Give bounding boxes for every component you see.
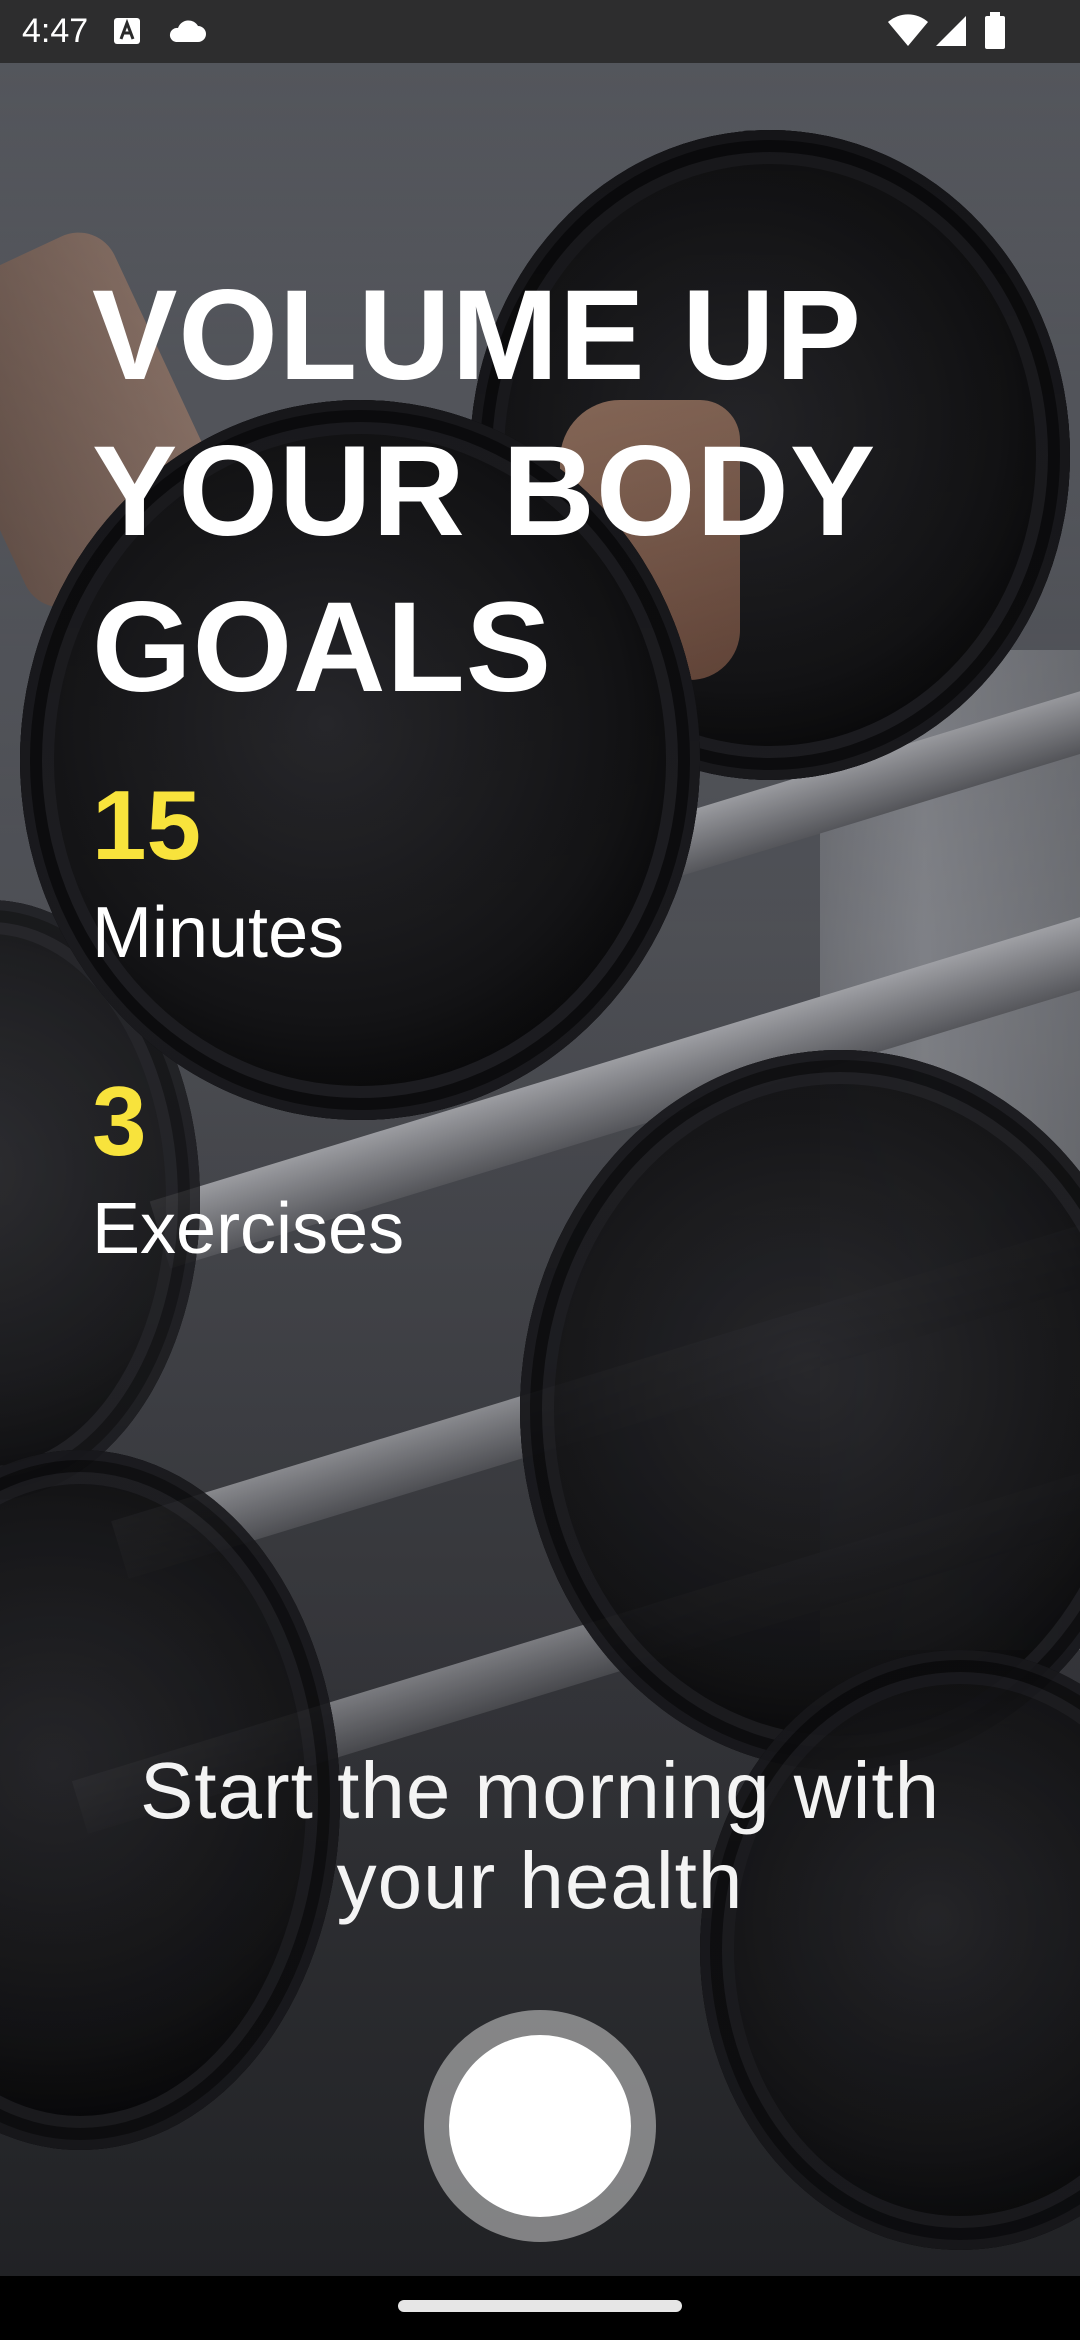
headline-line: VOLUME UP bbox=[92, 264, 862, 407]
wifi-icon bbox=[888, 14, 928, 53]
circle-button-icon bbox=[449, 2035, 631, 2217]
stat-minutes-value: 15 bbox=[92, 770, 202, 880]
stat-exercises-label: Exercises bbox=[92, 1189, 405, 1269]
start-button[interactable] bbox=[424, 2010, 656, 2242]
status-bar: 4:47 bbox=[0, 0, 1080, 63]
navigation-bar bbox=[0, 2276, 1080, 2340]
headline-line: GOALS bbox=[92, 576, 553, 719]
status-time: 4:47 bbox=[22, 12, 89, 50]
headline-line: YOUR BODY bbox=[92, 420, 877, 563]
tagline: Start the morning with your health bbox=[139, 1746, 941, 1925]
home-gesture-handle[interactable] bbox=[398, 2300, 682, 2312]
cloud-icon bbox=[166, 18, 206, 49]
signal-icon bbox=[934, 14, 968, 53]
stat-minutes-label: Minutes bbox=[92, 893, 345, 973]
headline: VOLUME UP YOUR BODY GOALS bbox=[92, 258, 992, 726]
stat-exercises-value: 3 bbox=[92, 1066, 147, 1176]
battery-icon bbox=[984, 12, 1006, 55]
keyboard-a-icon bbox=[112, 16, 142, 51]
